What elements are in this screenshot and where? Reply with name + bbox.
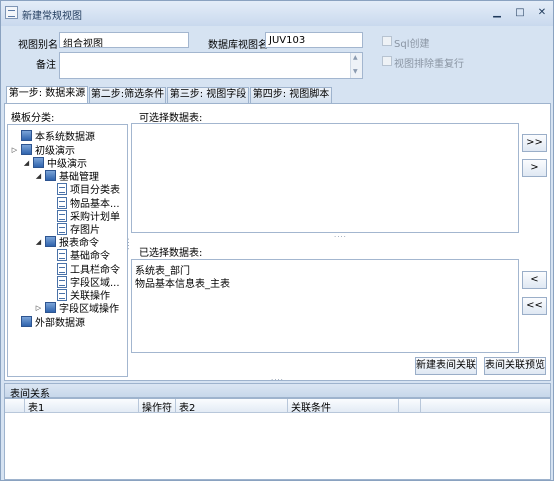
relations-grid[interactable]: 表1 操作符 表2 关联条件 xyxy=(4,398,551,480)
table-icon xyxy=(57,196,67,209)
column-header-blank[interactable] xyxy=(399,399,421,413)
tab-filter[interactable]: 第二步:筛选条件 xyxy=(89,87,166,103)
tree-node-label: 外部数据源 xyxy=(35,318,85,329)
dedupe-checkbox[interactable] xyxy=(382,56,392,66)
available-tables-list[interactable] xyxy=(131,123,519,233)
table-icon xyxy=(57,275,67,288)
tree-expander-icon[interactable]: ▷ xyxy=(34,304,43,312)
add-one-button[interactable]: > xyxy=(522,159,547,177)
sql-create-checkbox[interactable] xyxy=(382,36,392,46)
column-header-fill xyxy=(421,399,550,413)
folder-icon xyxy=(45,302,56,313)
column-header-table1[interactable]: 表1 xyxy=(25,399,139,414)
alias-label: 视图别名 xyxy=(18,40,58,51)
tree-node[interactable]: 外部数据源 xyxy=(10,314,85,329)
note-scrollbar[interactable]: ▲ ▼ xyxy=(350,53,362,78)
tree-node[interactable]: ▷ 字段区域操作 xyxy=(34,300,119,315)
relations-title: 表间关系 xyxy=(4,383,551,400)
table-icon xyxy=(57,262,67,275)
folder-icon xyxy=(21,316,32,327)
minimize-button[interactable]: ▁ xyxy=(488,6,506,20)
preview-relation-button[interactable]: 表间关联预览 xyxy=(484,357,546,375)
dbview-input[interactable]: JUV103 xyxy=(265,32,363,48)
remove-one-button[interactable]: < xyxy=(522,271,547,289)
dedupe-label: 视图排除重复行 xyxy=(394,59,464,70)
tree-expander-icon[interactable]: ◢ xyxy=(34,172,43,180)
title-bar: 新建常规视图 ▁ □ ✕ xyxy=(1,1,553,26)
tab-fields[interactable]: 第三步: 视图字段 xyxy=(167,87,249,103)
tree-node-label: 项目分类表 xyxy=(70,185,120,196)
scroll-up-icon[interactable]: ▲ xyxy=(353,54,358,61)
tree-node-label: 本系统数据源 xyxy=(35,132,95,143)
panel-splitter[interactable]: .... xyxy=(271,374,284,382)
tree-node[interactable]: 基础命令 xyxy=(57,247,110,262)
remove-all-button[interactable]: << xyxy=(522,297,547,315)
tree-node[interactable]: 本系统数据源 xyxy=(10,128,95,143)
selected-label: 已选择数据表: xyxy=(139,248,203,259)
column-header-condition[interactable]: 关联条件 xyxy=(288,399,399,414)
available-label: 可选择数据表: xyxy=(139,113,203,124)
close-button[interactable]: ✕ xyxy=(533,6,551,20)
alias-input[interactable]: 组合视图 xyxy=(59,32,189,48)
tree-node[interactable]: 项目分类表 xyxy=(57,181,120,196)
tab-script[interactable]: 第四步: 视图脚本 xyxy=(250,87,332,103)
table-icon xyxy=(57,182,67,195)
folder-icon xyxy=(21,130,32,141)
table-icon xyxy=(57,222,67,235)
folder-icon xyxy=(45,236,56,247)
window-title: 新建常规视图 xyxy=(22,11,82,22)
folder-icon xyxy=(21,144,32,155)
row-header xyxy=(5,399,25,413)
tree-expander-icon[interactable]: ◢ xyxy=(22,159,31,167)
sql-create-label: Sql创建 xyxy=(394,39,430,50)
column-header-table2[interactable]: 表2 xyxy=(176,399,288,414)
scroll-down-icon[interactable]: ▼ xyxy=(353,68,358,75)
tree-label: 模板分类: xyxy=(11,113,55,124)
tree-splitter[interactable]: .... xyxy=(126,238,134,251)
tree-node-label: 字段区域操作 xyxy=(59,304,119,315)
folder-icon xyxy=(33,157,44,168)
list-splitter[interactable]: .... xyxy=(334,231,347,239)
table-icon xyxy=(57,248,67,261)
selected-tables-list[interactable]: 系统表_部门 物品基本信息表_主表 xyxy=(131,259,519,353)
note-textarea[interactable] xyxy=(59,52,363,79)
dialog-window: 新建常规视图 ▁ □ ✕ 视图别名 组合视图 数据库视图名 JUV103 Sql… xyxy=(0,0,554,481)
new-relation-button[interactable]: 新建表间关联 xyxy=(415,357,477,375)
table-icon xyxy=(57,288,67,301)
add-all-button[interactable]: >> xyxy=(522,134,547,152)
folder-icon xyxy=(45,170,56,181)
tree-expander-icon[interactable]: ◢ xyxy=(34,238,43,246)
column-header-operator[interactable]: 操作符 xyxy=(139,399,176,414)
template-tree[interactable]: 本系统数据源 ▷ 初级演示 ◢ 中级演示 ◢ 基础管理 项目分类表 物品基本... 采… xyxy=(7,124,128,377)
maximize-button[interactable]: □ xyxy=(511,6,529,20)
dbview-label: 数据库视图名 xyxy=(208,40,268,51)
table-icon xyxy=(57,209,67,222)
app-form-icon xyxy=(5,6,18,19)
tree-expander-icon[interactable]: ▷ xyxy=(10,146,19,154)
note-label: 备注 xyxy=(36,60,56,71)
tab-data-source[interactable]: 第一步: 数据来源 xyxy=(6,86,88,103)
list-item[interactable]: 物品基本信息表_主表 xyxy=(135,275,230,290)
tree-node-label: 基础命令 xyxy=(70,251,110,262)
